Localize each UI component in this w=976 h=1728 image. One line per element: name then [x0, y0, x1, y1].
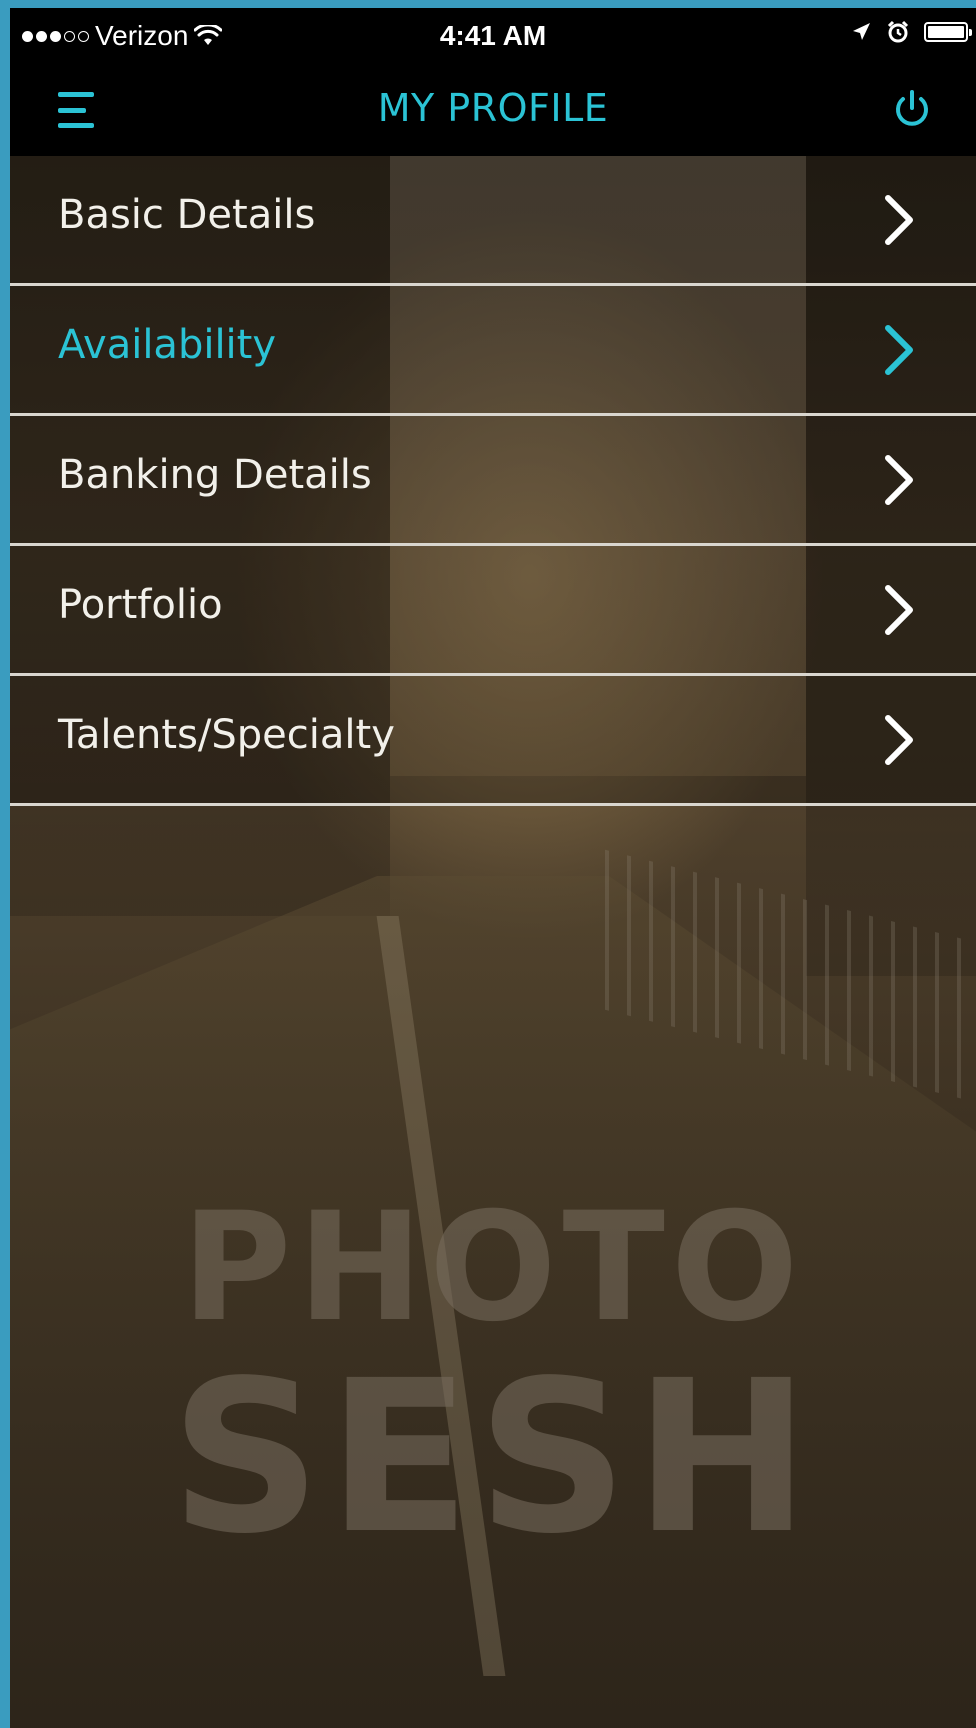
battery-icon: [924, 22, 972, 42]
menu-item-banking-details[interactable]: Banking Details: [10, 416, 976, 546]
battery-level: [928, 26, 964, 38]
menu-item-availability[interactable]: Availability: [10, 286, 976, 416]
menu-item-label: Talents/Specialty: [58, 712, 395, 758]
chevron-right-icon: [885, 715, 913, 765]
watermark-line-2: SESH: [170, 1335, 816, 1580]
menu-item-label: Banking Details: [58, 452, 372, 498]
status-bar: Verizon 4:41 AM: [10, 8, 976, 64]
menu-item-talents-specialty[interactable]: Talents/Specialty: [10, 676, 976, 806]
menu-item-label: Basic Details: [58, 192, 316, 238]
photo-sesh-watermark-logo: PHOTO SESH: [10, 1188, 976, 1568]
chevron-right-icon: [885, 195, 913, 245]
status-right: [850, 20, 972, 44]
chevron-right-icon: [885, 455, 913, 505]
status-time: 4:41 AM: [439, 20, 547, 51]
menu-item-portfolio[interactable]: Portfolio: [10, 546, 976, 676]
menu-item-basic-details[interactable]: Basic Details: [10, 156, 976, 286]
profile-menu-list: Basic Details Availability Banking Details…: [10, 156, 976, 806]
menu-item-label: Portfolio: [58, 582, 223, 628]
chevron-right-icon: [885, 585, 913, 635]
chevron-right-icon: [885, 325, 913, 375]
location-arrow-icon: [853, 23, 870, 40]
power-icon[interactable]: [888, 86, 936, 134]
menu-item-label: Availability: [58, 322, 277, 368]
navigation-bar: MY PROFILE: [10, 64, 976, 156]
app-screen: PHOTO SESH Verizon 4:41 AM MY PROFILE Ba…: [10, 8, 976, 1728]
watermark-line-1: PHOTO: [181, 1181, 805, 1355]
alarm-clock-icon: [887, 20, 909, 43]
page-title: MY PROFILE: [377, 86, 609, 130]
